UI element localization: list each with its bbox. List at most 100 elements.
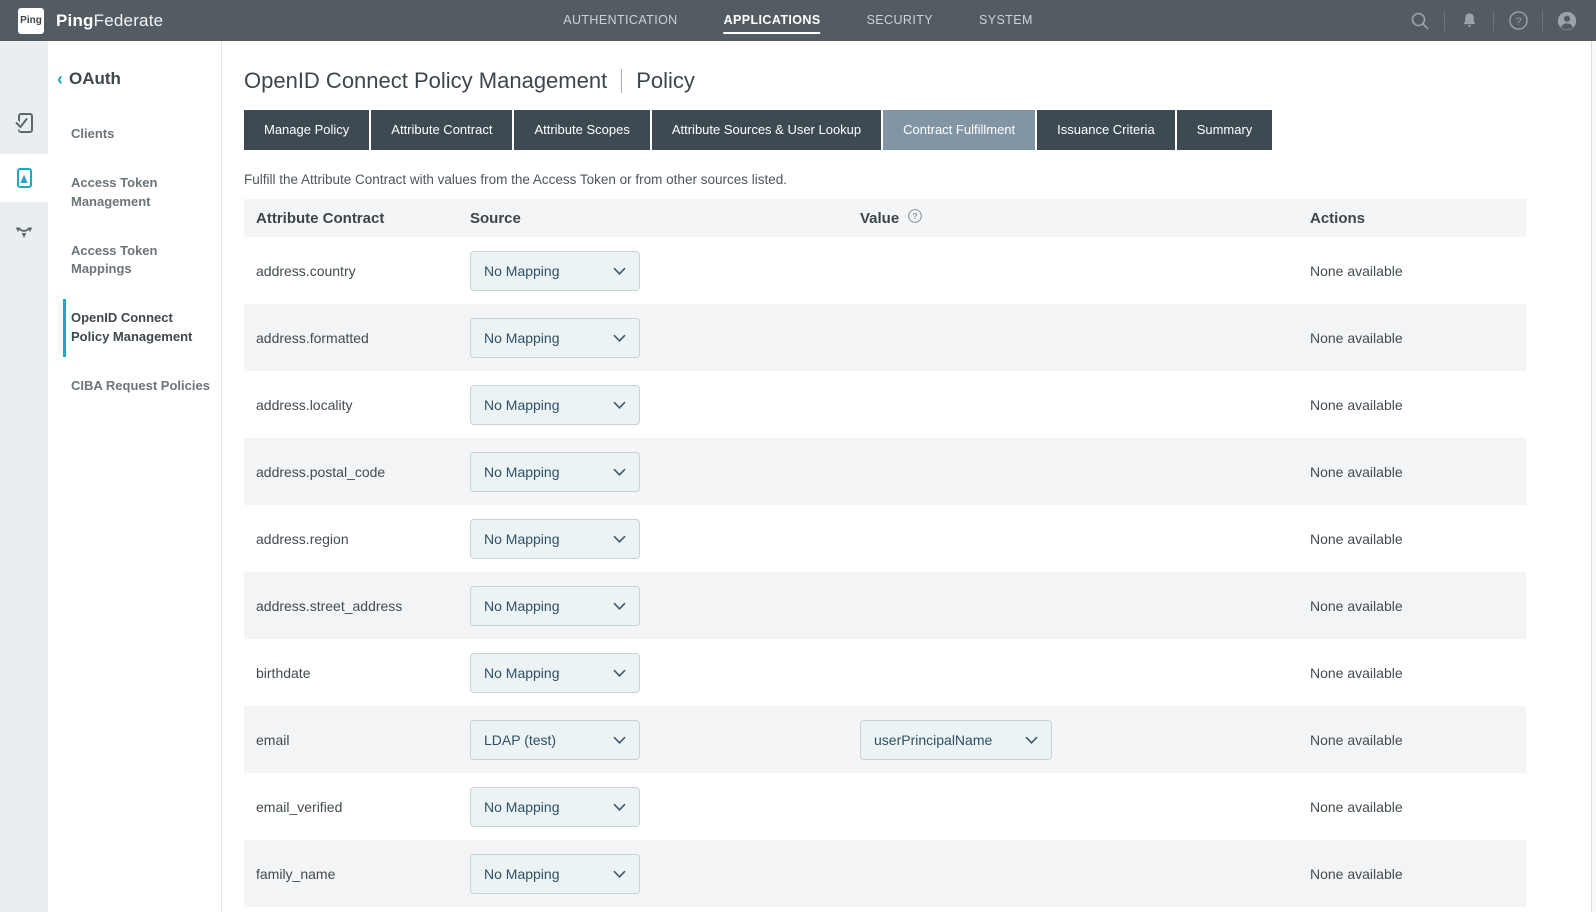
attribute-name: birthdate xyxy=(256,665,310,681)
table-row: family_name No Mapping None available xyxy=(244,840,1526,907)
col-value: Value ? xyxy=(848,208,1298,228)
tab-summary[interactable]: Summary xyxy=(1177,110,1273,150)
main-content: OpenID Connect Policy Management Policy … xyxy=(222,41,1596,912)
top-nav-system[interactable]: SYSTEM xyxy=(979,0,1033,41)
top-nav-applications[interactable]: APPLICATIONS xyxy=(724,0,821,41)
table-row: emailLDAP (test)userPrincipalNameNone av… xyxy=(244,706,1526,773)
source-cell: No Mapping xyxy=(458,586,848,626)
source-cell: No Mapping xyxy=(458,519,848,559)
fulfillment-table: Attribute Contract Source Value ? Action… xyxy=(244,199,1526,907)
chevron-left-icon: ‹ xyxy=(57,70,63,88)
tab-attribute-contract[interactable]: Attribute Contract xyxy=(371,110,512,150)
actions-text: None available xyxy=(1310,531,1403,547)
table-row: birthdateNo MappingNone available xyxy=(244,639,1526,706)
source-select[interactable]: No Mapping xyxy=(470,586,640,626)
account-avatar-icon[interactable] xyxy=(1556,10,1578,32)
connections-rail-icon[interactable] xyxy=(0,209,48,257)
tab-attribute-scopes[interactable]: Attribute Scopes xyxy=(514,110,649,150)
sidebar-item-openid-connect-policy-management[interactable]: OpenID Connect Policy Management xyxy=(63,299,221,357)
sidebar-item-clients[interactable]: Clients xyxy=(63,115,221,154)
source-cell: No Mapping xyxy=(458,318,848,358)
top-nav-authentication[interactable]: AUTHENTICATION xyxy=(563,0,677,41)
source-cell: No Mapping xyxy=(458,251,848,291)
chevron-down-icon xyxy=(613,669,626,677)
top-nav: AUTHENTICATION APPLICATIONS SECURITY SYSTEM xyxy=(563,0,1033,41)
sidebar-item-access-token-management[interactable]: Access Token Management xyxy=(63,164,221,222)
actions-text: None available xyxy=(1310,330,1403,346)
col-attribute-contract: Attribute Contract xyxy=(244,210,458,227)
table-header-row: Attribute Contract Source Value ? Action… xyxy=(244,199,1526,237)
source-select[interactable]: No Mapping xyxy=(470,854,640,894)
attribute-name: address.formatted xyxy=(256,330,369,346)
ping-logo-text: Ping xyxy=(20,15,42,26)
tab-contract-fulfillment[interactable]: Contract Fulfillment xyxy=(883,110,1035,150)
oauth-rail-icon[interactable] xyxy=(0,154,48,202)
vertical-scrollbar[interactable] xyxy=(1591,41,1596,912)
actions-cell: None available xyxy=(1298,866,1526,882)
brand-bold: Ping xyxy=(56,11,94,30)
attribute-cell: birthdate xyxy=(244,665,458,681)
sidebar-item-ciba-request-policies[interactable]: CIBA Request Policies xyxy=(63,367,221,406)
page-description: Fulfill the Attribute Contract with valu… xyxy=(244,172,1596,187)
sidebar-items: Clients Access Token Management Access Tok… xyxy=(48,115,221,406)
col-value-label: Value xyxy=(860,210,899,227)
source-cell: No Mapping xyxy=(458,854,848,894)
page-title: OpenID Connect Policy Management Policy xyxy=(244,68,1596,94)
source-cell: No Mapping xyxy=(458,653,848,693)
actions-cell: None available xyxy=(1298,799,1526,815)
source-cell: No Mapping xyxy=(458,452,848,492)
clients-rail-icon[interactable] xyxy=(0,99,48,147)
divider xyxy=(1542,11,1543,31)
chevron-down-icon xyxy=(613,468,626,476)
table-row: email_verifiedNo MappingNone available xyxy=(244,773,1526,840)
table-row: address.localityNo MappingNone available xyxy=(244,371,1526,438)
actions-cell: None available xyxy=(1298,397,1526,413)
source-select[interactable]: No Mapping xyxy=(470,385,640,425)
value-select[interactable]: userPrincipalName xyxy=(860,720,1052,760)
value-selected-value: userPrincipalName xyxy=(874,732,992,748)
attribute-cell: email xyxy=(244,732,458,748)
chevron-down-icon xyxy=(613,267,626,275)
source-select[interactable]: No Mapping xyxy=(470,787,640,827)
source-selected-value: No Mapping xyxy=(484,330,560,346)
chevron-down-icon xyxy=(613,334,626,342)
source-cell: LDAP (test) xyxy=(458,720,848,760)
source-select[interactable]: No Mapping xyxy=(470,653,640,693)
sidebar-section-label: OAuth xyxy=(69,69,121,89)
attribute-cell: address.street_address xyxy=(244,598,458,614)
chevron-down-icon xyxy=(613,535,626,543)
source-select[interactable]: No Mapping xyxy=(470,519,640,559)
attribute-cell: family_name xyxy=(244,866,458,882)
source-select[interactable]: No Mapping xyxy=(470,251,640,291)
source-cell: No Mapping xyxy=(458,787,848,827)
value-help-icon[interactable]: ? xyxy=(907,208,923,228)
attribute-name: family_name xyxy=(256,866,335,882)
source-select[interactable]: No Mapping xyxy=(470,318,640,358)
top-nav-security[interactable]: SECURITY xyxy=(867,0,933,41)
sidebar: ‹ OAuth Clients Access Token Management Ac… xyxy=(48,41,222,912)
source-selected-value: No Mapping xyxy=(484,799,560,815)
notifications-bell-icon[interactable] xyxy=(1458,10,1480,32)
table-row: address.region No Mapping None available xyxy=(244,505,1526,572)
divider xyxy=(1493,11,1494,31)
tab-issuance-criteria[interactable]: Issuance Criteria xyxy=(1037,110,1175,150)
source-select[interactable]: No Mapping xyxy=(470,452,640,492)
actions-cell: None available xyxy=(1298,464,1526,480)
tab-attribute-sources-user-lookup[interactable]: Attribute Sources & User Lookup xyxy=(652,110,881,150)
table-row: address.postal_code No Mapping None availa… xyxy=(244,438,1526,505)
table-body: address.countryNo MappingNone availablea… xyxy=(244,237,1526,907)
help-icon[interactable]: ? xyxy=(1507,10,1529,32)
search-icon[interactable] xyxy=(1409,10,1431,32)
sidebar-item-access-token-mappings[interactable]: Access Token Mappings xyxy=(63,232,221,290)
attribute-name: address.region xyxy=(256,531,349,547)
source-selected-value: No Mapping xyxy=(484,397,560,413)
actions-text: None available xyxy=(1310,598,1403,614)
sidebar-back-oauth[interactable]: ‹ OAuth xyxy=(57,69,221,89)
actions-text: None available xyxy=(1310,866,1403,882)
tab-manage-policy[interactable]: Manage Policy xyxy=(244,110,369,150)
source-selected-value: No Mapping xyxy=(484,665,560,681)
attribute-name: address.postal_code xyxy=(256,464,385,480)
source-select[interactable]: LDAP (test) xyxy=(470,720,640,760)
attribute-cell: address.country xyxy=(244,263,458,279)
actions-cell: None available xyxy=(1298,531,1526,547)
